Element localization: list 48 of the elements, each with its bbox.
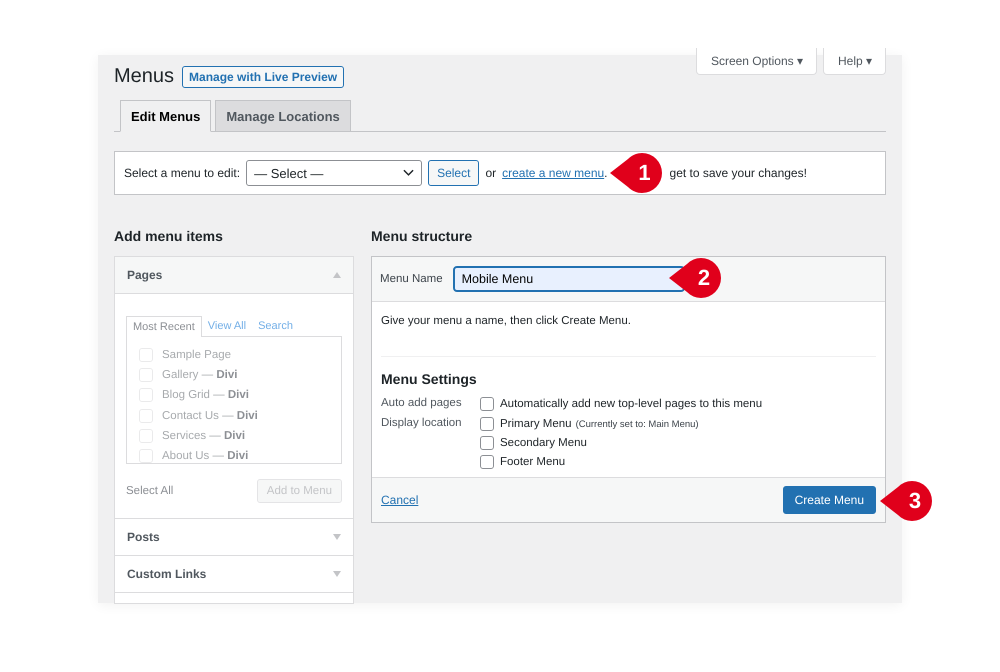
menu-name-label: Menu Name [380, 273, 443, 285]
hint-text: Give your menu a name, then click Create Menu. [381, 315, 632, 327]
save-reminder-text: get to save your changes! [670, 166, 807, 180]
page-label: About Us — Divi [162, 450, 248, 462]
or-text: or [485, 166, 496, 180]
tab[interactable]: Most Recent [126, 316, 202, 337]
option-label: Secondary Menu [500, 437, 587, 449]
screen-options-tab[interactable]: Screen Options ▾ [696, 48, 817, 75]
step-badge: 2 [669, 258, 721, 298]
page-label: Sample Page [162, 349, 232, 362]
create-menu-link[interactable]: create a new menu [502, 166, 604, 180]
period-text: . [604, 166, 608, 180]
checkbox[interactable] [480, 455, 494, 469]
tab[interactable]: Manage Locations [215, 100, 351, 132]
menu-dropdown[interactable]: — Select — [246, 160, 422, 186]
select-button[interactable]: Select [428, 160, 480, 186]
accordion-title: Custom Links [127, 567, 206, 581]
settings-heading: Menu Settings [381, 356, 876, 387]
option-label: Primary Menu [500, 418, 572, 430]
tab[interactable]: Edit Menus [120, 100, 212, 132]
help-tab[interactable]: Help ▾ [822, 48, 886, 75]
setting-label: Display location [381, 417, 463, 431]
select-label: Select a menu to edit: [124, 166, 240, 180]
step-badge: 3 [880, 481, 932, 521]
page-label: Services — Divi [162, 430, 246, 442]
select-all-label[interactable]: Select All [126, 485, 174, 497]
option-label: Automatically add new top-level pages to this menu [500, 398, 762, 410]
page-label: Gallery — Divi [162, 369, 238, 382]
live-preview-button[interactable]: Manage with Live Preview [182, 66, 344, 88]
section-heading: Menu structure [371, 228, 474, 244]
accordion-title: Pages [127, 268, 162, 282]
checkbox[interactable] [480, 417, 494, 431]
menu-name-field[interactable]: Mobile Menu [452, 266, 685, 292]
page-label: Blog Grid — Divi [162, 389, 249, 402]
accordion-title: Posts [127, 530, 160, 544]
chevron-icon [403, 169, 414, 177]
page-label: Contact Us — Divi [162, 410, 258, 422]
option-label: Footer Menu [500, 456, 566, 468]
step-badge: 1 [610, 153, 662, 193]
page-title: Menus [114, 65, 174, 88]
checkbox[interactable] [480, 436, 494, 450]
setting-label: Auto add pages [381, 397, 463, 411]
create-menu-button[interactable]: Create Menu [782, 486, 876, 514]
section-heading: Add menu items [114, 228, 224, 244]
accordion-header[interactable]: Pages [115, 257, 353, 294]
option-note: (Currently set to: Main Menu) [576, 418, 699, 430]
cancel-link[interactable]: Cancel [381, 493, 418, 507]
checkbox[interactable] [480, 397, 494, 411]
